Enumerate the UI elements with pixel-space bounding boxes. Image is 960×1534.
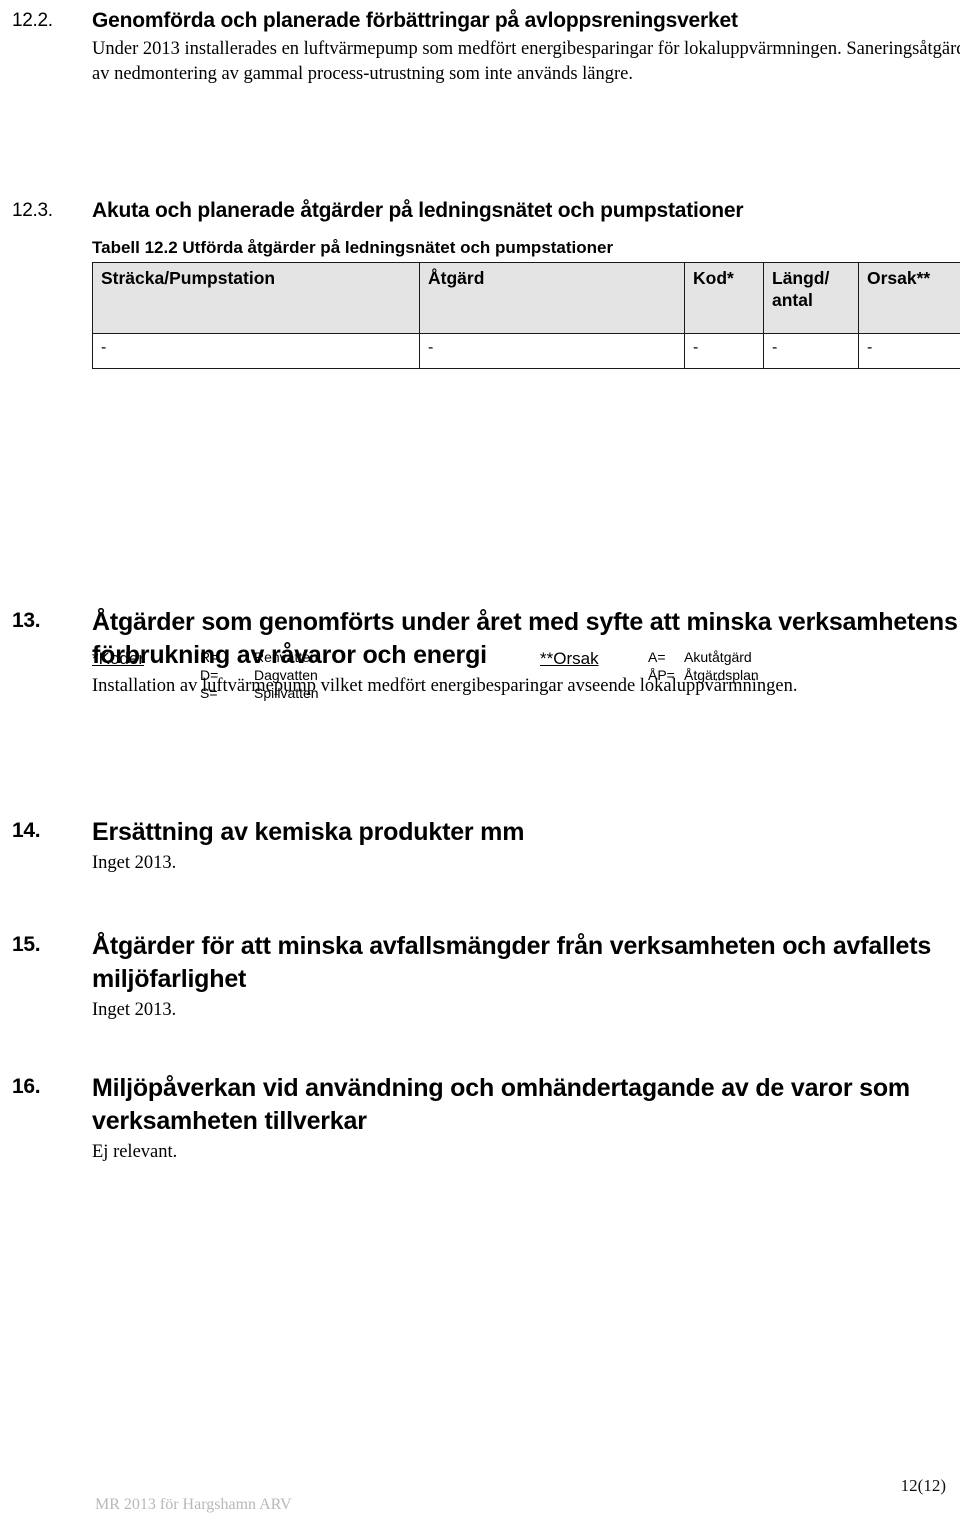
section-15-title: Åtgärder för att minska avfallsmängder f… xyxy=(92,932,932,993)
section-12-3-number: 12.3. xyxy=(12,200,53,221)
cell-kod: - xyxy=(684,333,764,369)
section-16-number: 16. xyxy=(12,1075,41,1098)
cell-orsak: - xyxy=(858,333,960,369)
section-12-2-number: 12.2. xyxy=(12,10,53,31)
section-12-3-title: Akuta och planerade åtgärder på lednings… xyxy=(92,199,744,222)
footer-document-label: MR 2013 för Hargshamn ARV xyxy=(95,1496,292,1513)
cell-stracka: - xyxy=(92,333,420,369)
column-header-atgard: Åtgärd xyxy=(419,262,685,334)
section-16: 16. Miljöpåverkan vid användning och omh… xyxy=(0,1072,960,1165)
section-13: 13. Åtgärder som genomförts under året m… xyxy=(0,606,960,699)
section-13-number: 13. xyxy=(12,609,41,632)
column-header-langd-line2: antal xyxy=(772,290,813,310)
table-header: Sträcka/Pumpstation Åtgärd Kod* Längd/ a… xyxy=(92,262,960,334)
table-body: - - - - - xyxy=(92,333,960,369)
section-16-body: Ej relevant. xyxy=(92,1142,178,1162)
section-12-2: 12.2. Genomförda och planerade förbättri… xyxy=(0,6,960,87)
section-14-title: Ersättning av kemiska produkter mm xyxy=(92,818,525,846)
section-15: 15. Åtgärder för att minska avfallsmängd… xyxy=(0,930,960,1023)
table-header-row: Sträcka/Pumpstation Åtgärd Kod* Längd/ a… xyxy=(92,262,960,334)
column-header-langd-line1: Längd/ xyxy=(772,268,830,288)
cell-langd: - xyxy=(763,333,859,369)
column-header-stracka: Sträcka/Pumpstation xyxy=(92,262,420,334)
section-14-body: Inget 2013. xyxy=(92,853,177,873)
table-caption: Tabell 12.2 Utförda åtgärder på lednings… xyxy=(92,238,614,257)
section-13-body: Installation av luftvärmepump vilket med… xyxy=(92,676,798,696)
section-12-2-body: Under 2013 installerades en luftvärmepum… xyxy=(92,39,960,84)
column-header-kod: Kod* xyxy=(684,262,764,334)
column-header-langd: Längd/ antal xyxy=(763,262,859,334)
page-footer: MR 2013 för Hargshamn ARV 12(12) xyxy=(0,1444,960,1534)
section-16-title: Miljöpåverkan vid användning och omhände… xyxy=(92,1074,910,1135)
atgarder-table: Sträcka/Pumpstation Åtgärd Kod* Längd/ a… xyxy=(92,262,960,369)
section-14-number: 14. xyxy=(12,819,41,842)
section-14: 14. Ersättning av kemiska produkter mm I… xyxy=(0,816,960,876)
section-15-number: 15. xyxy=(12,933,41,956)
section-12-2-title: Genomförda och planerade förbättringar p… xyxy=(92,9,738,32)
column-header-orsak: Orsak** xyxy=(858,262,960,334)
cell-atgard: - xyxy=(419,333,685,369)
document-page: 12.2. Genomförda och planerade förbättri… xyxy=(0,0,960,1534)
section-13-title: Åtgärder som genomförts under året med s… xyxy=(92,608,958,669)
section-12-3: 12.3. Akuta och planerade åtgärder på le… xyxy=(0,196,960,701)
footer-page-number: 12(12) xyxy=(900,1476,946,1495)
section-15-body: Inget 2013. xyxy=(92,1000,177,1020)
table-row: - - - - - xyxy=(92,333,960,369)
